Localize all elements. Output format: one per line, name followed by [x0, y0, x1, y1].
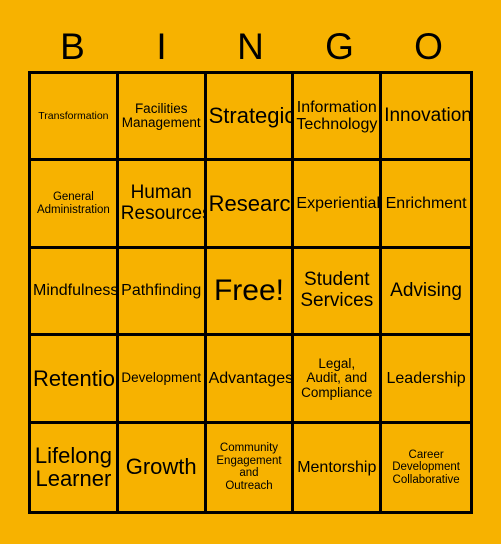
bingo-cell-r2c3[interactable]: Research: [206, 161, 295, 249]
bingo-cell-label: Mentorship: [297, 458, 377, 476]
bingo-cell-r1c2[interactable]: Facilities Management: [118, 74, 207, 162]
bingo-cell-label: Retention: [33, 365, 119, 391]
bingo-cell-label: Facilities Management: [121, 100, 201, 131]
bingo-grid: Transformation Facilities Management Str…: [28, 71, 473, 514]
bingo-cell-r2c1[interactable]: General Administration: [31, 161, 119, 249]
bingo-cell-r5c4[interactable]: Mentorship: [294, 423, 383, 511]
bingo-cell-label: Legal, Audit, and Compliance: [301, 355, 373, 400]
bingo-cell-r5c1[interactable]: Lifelong Learner: [31, 423, 119, 511]
bingo-header-letter-n: N: [237, 25, 264, 67]
bingo-cell-r4c4[interactable]: Legal, Audit, and Compliance: [294, 336, 383, 424]
bingo-cell-r4c1[interactable]: Retention: [31, 336, 119, 424]
bingo-free-space-label: Free!: [213, 273, 284, 307]
bingo-cell-label: Mindfulness: [33, 282, 119, 300]
bingo-cell-label: Experiential: [296, 194, 380, 212]
bingo-cell-r5c5[interactable]: Career Development Collaborative: [382, 423, 470, 511]
bingo-cell-label: Pathfinding: [121, 282, 202, 300]
bingo-header-letter-o: O: [414, 25, 443, 67]
bingo-cell-label: General Administration: [36, 191, 110, 216]
bingo-cell-label: Human Resources: [120, 182, 207, 224]
bingo-header-letter-i: I: [156, 25, 167, 67]
bingo-cell-r3c4[interactable]: Student Services: [294, 248, 383, 337]
bingo-cell-r3c5[interactable]: Advising: [382, 248, 470, 337]
bingo-cell-label: Information Technology: [296, 98, 378, 134]
bingo-cell-r4c2[interactable]: Development: [118, 336, 207, 424]
bingo-cell-r2c4[interactable]: Experiential: [294, 161, 383, 249]
bingo-cell-r5c2[interactable]: Growth: [118, 423, 207, 511]
bingo-header-letter-g: G: [325, 25, 354, 67]
bingo-cell-label: Innovation: [384, 104, 470, 126]
bingo-cell-free-space[interactable]: Free!: [206, 248, 295, 337]
bingo-cell-label: Student Services: [300, 269, 374, 311]
bingo-cell-r1c4[interactable]: Information Technology: [294, 74, 383, 162]
bingo-cell-label: Leadership: [386, 369, 466, 387]
bingo-cell-label: Enrichment: [385, 194, 467, 212]
bingo-cell-label: Strategic: [208, 103, 295, 129]
bingo-cell-label: Development: [121, 370, 201, 386]
bingo-card: B I N G O Transformation Facilities Mana…: [0, 0, 501, 544]
bingo-cell-r2c5[interactable]: Enrichment: [382, 161, 470, 249]
bingo-cell-label: Community Engagement and Outreach: [216, 442, 282, 492]
bingo-cell-r1c5[interactable]: Innovation: [382, 74, 470, 162]
bingo-cell-label: Transformation: [38, 109, 109, 122]
bingo-cell-r3c2[interactable]: Pathfinding: [118, 248, 207, 337]
bingo-cell-r2c2[interactable]: Human Resources: [118, 161, 207, 249]
bingo-cell-r1c1[interactable]: Transformation: [31, 74, 119, 162]
bingo-cell-r1c3[interactable]: Strategic: [206, 74, 295, 162]
bingo-cell-label: Career Development Collaborative: [392, 448, 460, 486]
bingo-header: B I N G O: [28, 22, 473, 71]
bingo-cell-label: Advantages: [208, 369, 294, 387]
bingo-cell-r3c1[interactable]: Mindfulness: [31, 248, 119, 337]
bingo-cell-r5c3[interactable]: Community Engagement and Outreach: [206, 423, 295, 511]
bingo-cell-r4c5[interactable]: Leadership: [382, 336, 470, 424]
bingo-cell-label: Research: [208, 190, 295, 216]
bingo-cell-label: Growth: [125, 454, 197, 480]
bingo-cell-label: Lifelong Learner: [34, 442, 112, 492]
bingo-cell-r4c3[interactable]: Advantages: [206, 336, 295, 424]
bingo-header-letter-b: B: [60, 25, 85, 67]
bingo-cell-label: Advising: [390, 279, 462, 301]
